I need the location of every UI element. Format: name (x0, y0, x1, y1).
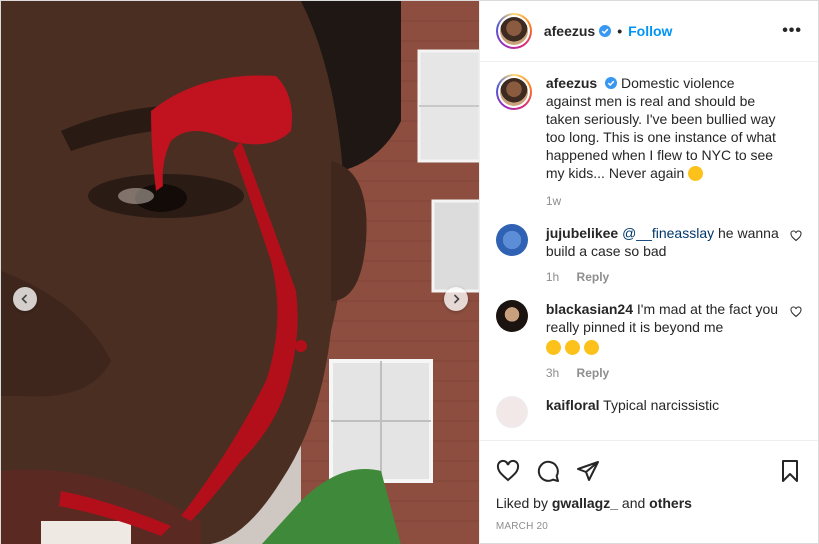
post-date[interactable]: MARCH 20 (496, 521, 802, 532)
verified-badge-icon (605, 76, 618, 89)
commenter-avatar[interactable] (495, 395, 528, 428)
comment-item: blackasian24 I'm mad at the fact you rea… (495, 299, 802, 382)
upside-down-face-emoji-icon (688, 165, 704, 181)
tears-of-joy-emoji-icon (564, 339, 580, 355)
likes-others[interactable]: others (649, 495, 692, 511)
post-photo-image (1, 1, 479, 544)
like-comment-heart-icon[interactable] (790, 230, 802, 242)
comment-bubble-icon[interactable] (536, 459, 560, 483)
caption-username[interactable]: afeezus (546, 75, 597, 91)
comment-mention[interactable]: @__fineasslay (622, 225, 714, 241)
comment-item: jujubelikee @__fineasslay he wanna build… (495, 223, 802, 286)
author-avatar[interactable] (495, 12, 532, 49)
save-bookmark-icon[interactable] (778, 459, 802, 483)
verified-badge-icon (599, 24, 612, 37)
post-header: afeezus • Follow ••• (479, 1, 818, 62)
tears-of-joy-emoji-icon (545, 339, 561, 355)
caption: afeezus Domestic violence against men is… (495, 73, 802, 210)
post-container: afeezus • Follow ••• afeezus Domestic vi… (0, 0, 819, 544)
author-username[interactable]: afeezus (544, 23, 595, 39)
like-comment-heart-icon[interactable] (790, 306, 802, 318)
reply-button[interactable]: Reply (577, 270, 610, 284)
commenter-avatar[interactable] (495, 223, 528, 256)
comment-text: Typical narcissistic (603, 396, 720, 413)
comment-username[interactable]: jujubelikee (546, 225, 618, 241)
reply-button[interactable]: Reply (577, 366, 610, 380)
comment-username[interactable]: kaifloral (546, 397, 600, 413)
tears-of-joy-emoji-group (545, 338, 782, 356)
post-side-panel: afeezus • Follow ••• afeezus Domestic vi… (478, 1, 818, 544)
previous-photo-button[interactable] (13, 287, 37, 311)
likes-summary[interactable]: Liked by gwallagz_ and others (496, 495, 802, 511)
more-options-icon[interactable]: ••• (782, 22, 802, 40)
header-separator: • (617, 22, 623, 39)
post-actions: Liked by gwallagz_ and others MARCH 20 (479, 440, 818, 544)
next-photo-button[interactable] (444, 287, 468, 311)
post-photo[interactable] (1, 1, 479, 544)
comments-list[interactable]: afeezus Domestic violence against men is… (480, 62, 818, 441)
comment-username[interactable]: blackasian24 (546, 301, 633, 317)
likes-user[interactable]: gwallagz_ (552, 495, 618, 511)
comment-item: kaifloral Typical narcissistic (495, 395, 802, 428)
like-heart-icon[interactable] (496, 459, 520, 483)
likes-prefix: Liked by (495, 495, 548, 512)
chevron-right-icon (453, 294, 460, 304)
chevron-left-icon (21, 294, 28, 304)
comment-time[interactable]: 3h (546, 366, 559, 380)
tears-of-joy-emoji-icon (583, 339, 599, 355)
caption-author-avatar[interactable] (495, 73, 532, 110)
likes-and: and (621, 495, 646, 512)
commenter-avatar[interactable] (495, 299, 528, 332)
comment-time[interactable]: 1h (546, 270, 559, 284)
follow-button[interactable]: Follow (628, 23, 672, 39)
share-paper-plane-icon[interactable] (576, 459, 600, 483)
caption-time[interactable]: 1w (546, 194, 561, 208)
